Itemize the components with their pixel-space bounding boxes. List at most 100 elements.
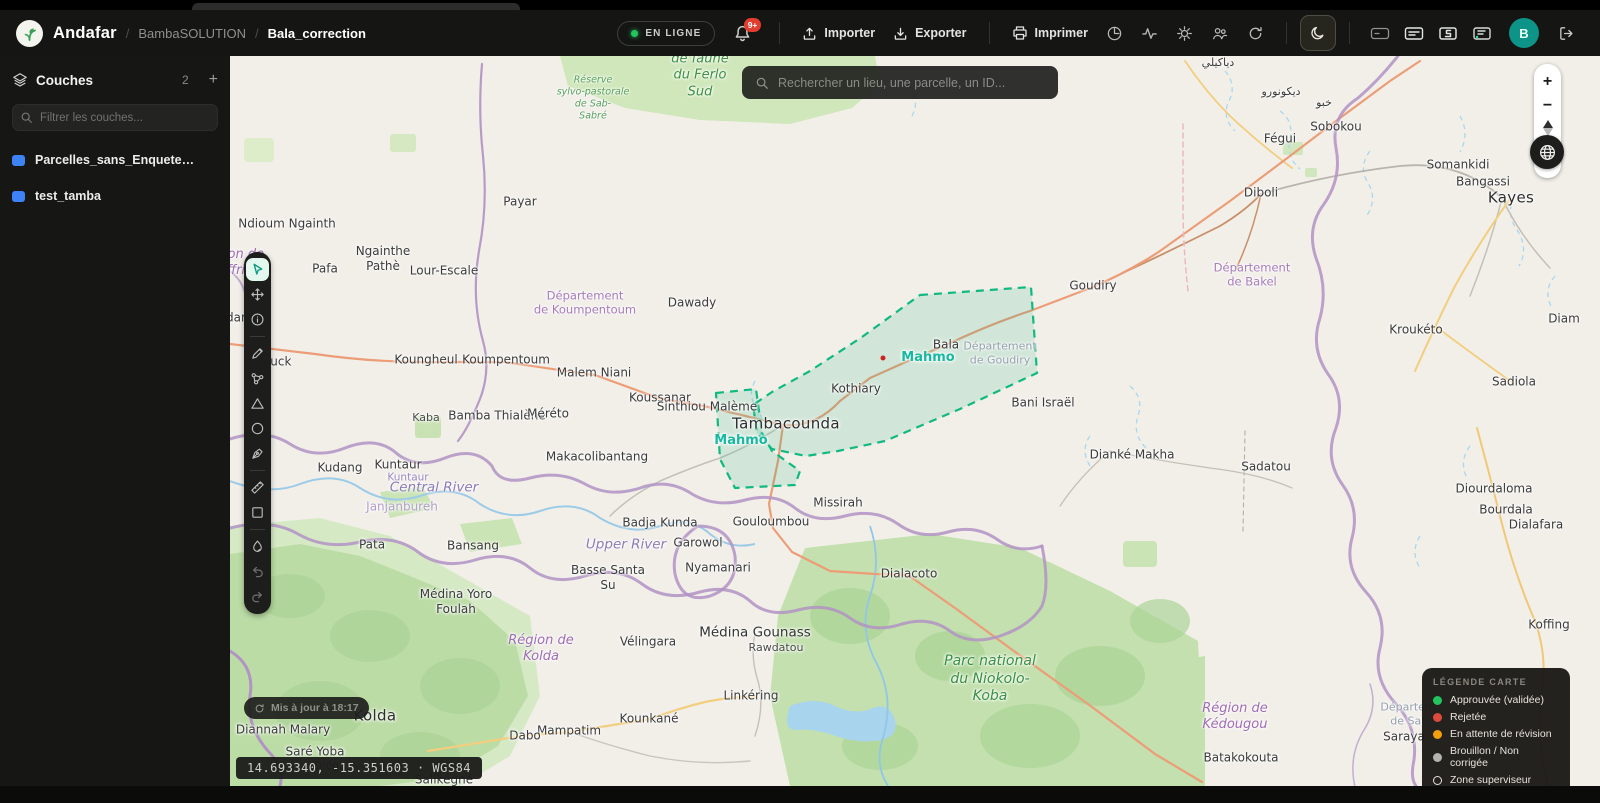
tool-polygon[interactable] [246,392,269,415]
tool-rectangle[interactable] [246,501,269,524]
redo-icon [252,591,262,603]
card-icon-3 [1439,26,1457,40]
tool-undo[interactable] [246,560,269,583]
notification-count-badge: 9+ [743,17,762,32]
download-icon [894,27,907,40]
tool-fire[interactable] [246,535,269,558]
rectangle-icon [252,507,263,518]
zoom-in-button[interactable]: + [1534,70,1561,94]
map-label: Diourdaloma [1455,481,1533,496]
map-label: Kothiary [831,381,881,396]
users-icon [1213,27,1228,39]
layer-item[interactable]: Parcelles_sans_Enquete… [12,153,218,167]
map-label: Makacolibantang [545,449,649,464]
pen-nib-icon [252,448,263,459]
map-label: Kaba [412,411,440,425]
map-label: Badja Kunda [622,515,698,530]
divider [779,22,781,44]
map-search-bar[interactable]: Rechercher un lieu, une parcelle, un ID.… [742,66,1058,99]
notifications-button[interactable]: 9+ [733,17,762,43]
activity-button[interactable] [1141,25,1158,42]
breadcrumb-separator: / [255,25,259,41]
breadcrumb-separator: / [125,25,130,41]
info-icon [251,313,264,326]
card-icon-2 [1404,26,1424,40]
legend-item: Rejetée [1433,711,1559,723]
extension-button-1[interactable] [1370,26,1390,41]
tool-pan[interactable] [246,283,269,306]
layer-item[interactable]: test_tamba [12,189,218,203]
layer-filter-input[interactable] [12,104,218,131]
tool-select[interactable] [246,258,269,281]
map-label: Dialacoto [880,566,938,581]
layers-sidebar: Couches 2 + Parcelles_sans_Enquete… test_… [0,56,230,803]
map-label: Malem Niani [556,365,632,380]
last-updated-chip[interactable]: Mis à jour à 18:17 [244,697,369,719]
map-label: de faune du Ferlo Sud [671,56,729,100]
add-layer-button[interactable]: + [209,72,218,88]
app-logo-icon [16,19,43,47]
activity-icon [1142,27,1157,39]
map-label: Diboli [1243,185,1279,200]
triangle-icon [251,398,264,409]
legend-item: Brouillon / Non corrigée [1433,745,1559,769]
tool-redo[interactable] [246,585,269,608]
tool-measure[interactable] [246,476,269,499]
card-icon-4 [1473,26,1491,40]
map-label: Upper River [585,536,667,553]
pie-clock-icon [1107,26,1122,40]
history-button[interactable] [1106,25,1123,42]
layers-count: 2 [181,73,189,87]
legend-item: Approuvée (validée) [1433,694,1559,706]
ruler-icon [251,481,264,494]
breadcrumb-project[interactable]: BambaSOLUTION [138,26,246,41]
map-label: Batakokouta [1203,750,1279,765]
map-label: Dawady [667,295,717,310]
map-label: Dianké Makha [1089,447,1175,462]
extension-button-4[interactable] [1472,26,1492,41]
import-button[interactable]: Importer [802,26,875,41]
map-canvas[interactable]: de faune du Ferlo Sud Réserve sylvo-pasto… [230,56,1600,786]
tool-pen[interactable] [246,442,269,465]
map-label: Mahmo [714,432,768,448]
breadcrumb-current: Bala_correction [267,25,366,41]
user-avatar[interactable]: B [1509,18,1539,48]
import-label: Importer [824,26,876,40]
moon-icon [1311,26,1324,40]
layer-color-swatch [12,154,25,166]
tool-info[interactable] [246,308,269,331]
map-label: Goudiry [1069,278,1117,293]
map-label: Tambacounda [732,414,840,433]
theme-toggle-button[interactable] [1300,15,1336,51]
logout-icon [1560,26,1573,40]
layer-list: Parcelles_sans_Enquete… test_tamba [12,153,218,203]
zoom-out-button[interactable]: − [1534,94,1561,118]
sync-button[interactable] [1247,25,1264,42]
map-label: Pafa [312,261,338,276]
map-label: Diannah Malary [235,722,331,737]
map-label: Médina Gounass [699,624,811,641]
basemap-globe-button[interactable] [1530,135,1564,169]
compass-reset-button[interactable] [1542,120,1553,136]
status-dot-rejected [1433,712,1442,722]
extension-button-3[interactable] [1438,26,1458,41]
settings-button[interactable] [1176,25,1193,42]
map-label: Kounkané [619,711,679,726]
tool-vertices[interactable] [246,367,269,390]
map-label: Sobokou [1310,119,1362,134]
extension-button-2[interactable] [1404,26,1424,41]
map-label: Pata [358,537,386,552]
divider [250,470,265,471]
logout-button[interactable] [1558,25,1575,42]
team-button[interactable] [1211,25,1229,42]
export-button[interactable]: Exporter [893,26,967,41]
map-label: Département de Koumpentoum [533,288,637,317]
tool-draw-line[interactable] [246,342,269,365]
print-button[interactable]: Imprimer [1012,25,1088,41]
map-label: Linkéring [723,688,779,703]
compass-north-icon [1542,120,1553,128]
brand-block[interactable]: Andafar [16,19,117,47]
tool-circle[interactable] [246,417,269,440]
refresh-icon [1249,26,1262,39]
map-label: Mahmo [901,349,955,365]
